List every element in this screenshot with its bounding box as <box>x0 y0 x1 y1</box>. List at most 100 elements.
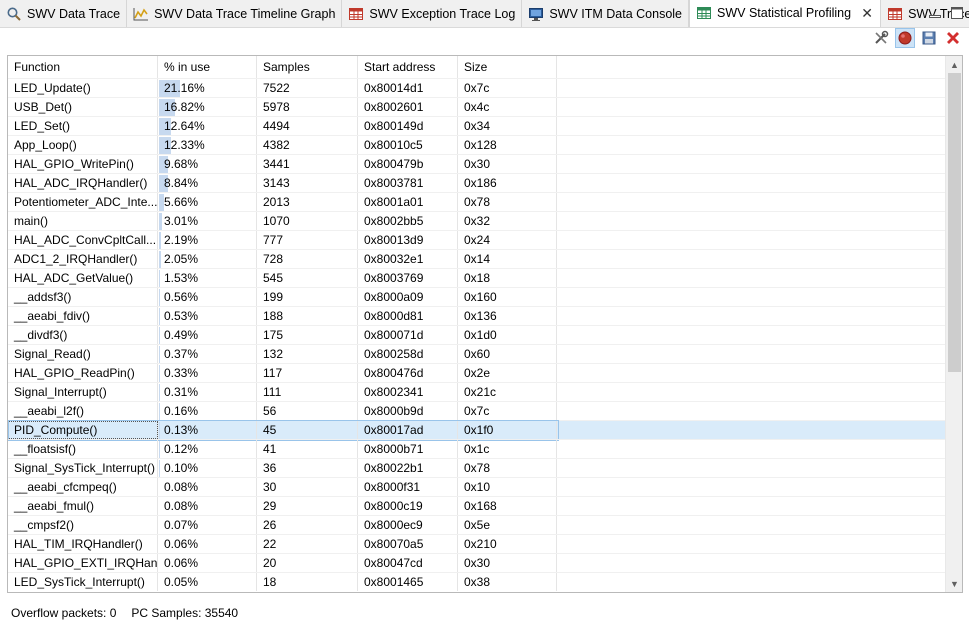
cell-filler <box>557 174 946 192</box>
table-row[interactable]: __aeabi_l2f() 0.16% 56 0x8000b9d 0x7c <box>8 401 946 420</box>
table-row[interactable]: __aeabi_cfcmpeq() 0.08% 30 0x8000f31 0x10 <box>8 477 946 496</box>
scroll-up-icon[interactable]: ▲ <box>946 56 963 73</box>
cell-start-address: 0x80032e1 <box>358 250 458 268</box>
cell-start-address: 0x800479b <box>358 155 458 173</box>
percent-text: 5.66% <box>164 195 198 209</box>
cell-percent-in-use: 3.01% <box>158 212 257 230</box>
tab-swv-data-trace[interactable]: SWV Data Trace <box>0 0 127 27</box>
table-row[interactable]: __divdf3() 0.49% 175 0x800071d 0x1d0 <box>8 325 946 344</box>
cell-start-address: 0x8000d81 <box>358 307 458 325</box>
cell-samples: 2013 <box>257 193 358 211</box>
cell-percent-in-use: 0.33% <box>158 364 257 382</box>
maximize-icon[interactable] <box>949 5 965 21</box>
cell-percent-in-use: 12.33% <box>158 136 257 154</box>
percent-text: 12.33% <box>164 138 205 152</box>
column-header-size[interactable]: Size <box>458 56 557 78</box>
profiling-grid: Function % in use Samples Start address … <box>8 56 946 591</box>
table-row[interactable]: HAL_ADC_ConvCpltCall... 2.19% 777 0x80013d9… <box>8 230 946 249</box>
clear-button[interactable] <box>943 28 963 48</box>
cell-start-address: 0x8000c19 <box>358 497 458 515</box>
cell-percent-in-use: 0.56% <box>158 288 257 306</box>
table-row[interactable]: main() 3.01% 1070 0x8002bb5 0x32 <box>8 211 946 230</box>
percent-text: 3.01% <box>164 214 198 228</box>
table-row[interactable]: HAL_GPIO_ReadPin() 0.33% 117 0x800476d 0x2e <box>8 363 946 382</box>
cell-filler <box>557 402 946 420</box>
cell-filler <box>557 98 946 116</box>
cell-function: LED_Update() <box>8 79 158 97</box>
column-header-start-address[interactable]: Start address <box>358 56 458 78</box>
percent-text: 16.82% <box>164 100 205 114</box>
cell-size: 0x38 <box>458 573 557 591</box>
column-header-function[interactable]: Function <box>8 56 158 78</box>
usage-bar <box>159 270 160 287</box>
cell-filler <box>557 383 946 401</box>
close-icon[interactable]: ✕ <box>860 6 874 20</box>
table-row[interactable]: Signal_SysTick_Interrupt() 0.10% 36 0x80022… <box>8 458 946 477</box>
vertical-scrollbar[interactable]: ▲ ▼ <box>945 56 962 592</box>
table-row[interactable]: LED_Update() 21.16% 7522 0x80014d1 0x7c <box>8 78 946 97</box>
cell-samples: 3441 <box>257 155 358 173</box>
tab-swv-data-trace-timeline-graph[interactable]: SWV Data Trace Timeline Graph <box>127 0 342 27</box>
usage-bar <box>159 289 160 306</box>
cell-function: main() <box>8 212 158 230</box>
percent-text: 8.84% <box>164 176 198 190</box>
cell-percent-in-use: 2.19% <box>158 231 257 249</box>
table-row[interactable]: LED_SysTick_Interrupt() 0.05% 18 0x8001465 0… <box>8 572 946 591</box>
table-row[interactable]: Potentiometer_ADC_Inte... 5.66% 2013 0x8001… <box>8 192 946 211</box>
tab-label: SWV Exception Trace Log <box>369 7 515 21</box>
percent-text: 0.06% <box>164 556 198 570</box>
scroll-down-icon[interactable]: ▼ <box>946 575 963 592</box>
table-row[interactable]: __floatsisf() 0.12% 41 0x8000b71 0x1c <box>8 439 946 458</box>
table-row[interactable]: HAL_ADC_GetValue() 1.53% 545 0x8003769 0x18 <box>8 268 946 287</box>
table-row[interactable]: PID_Compute() 0.13% 45 0x80017ad 0x1f0 <box>8 420 946 439</box>
cell-size: 0x136 <box>458 307 557 325</box>
cell-size: 0x5e <box>458 516 557 534</box>
table-row[interactable]: Signal_Read() 0.37% 132 0x800258d 0x60 <box>8 344 946 363</box>
start-trace-button[interactable] <box>895 28 915 48</box>
configure-trace-button[interactable] <box>871 28 891 48</box>
table-row[interactable]: Signal_Interrupt() 0.31% 111 0x8002341 0x21c <box>8 382 946 401</box>
save-button[interactable] <box>919 28 939 48</box>
table-row[interactable]: HAL_GPIO_WritePin() 9.68% 3441 0x800479b 0x3… <box>8 154 946 173</box>
table-row[interactable]: HAL_GPIO_EXTI_IRQHan... 0.06% 20 0x80047cd 0… <box>8 553 946 572</box>
cell-percent-in-use: 0.07% <box>158 516 257 534</box>
cell-start-address: 0x80017ad <box>358 421 458 439</box>
cell-filler <box>557 459 946 477</box>
record-icon <box>898 31 912 45</box>
minimize-icon[interactable] <box>927 5 943 21</box>
tab-swv-exception-trace-log[interactable]: SWV Exception Trace Log <box>342 0 522 27</box>
table-row[interactable]: __aeabi_fdiv() 0.53% 188 0x8000d81 0x136 <box>8 306 946 325</box>
table-row[interactable]: HAL_ADC_IRQHandler() 8.84% 3143 0x8003781 0x… <box>8 173 946 192</box>
cell-start-address: 0x8000a09 <box>358 288 458 306</box>
table-row[interactable]: USB_Det() 16.82% 5978 0x8002601 0x4c <box>8 97 946 116</box>
table-row[interactable]: LED_Set() 12.64% 4494 0x800149d 0x34 <box>8 116 946 135</box>
tab-swv-statistical-profiling[interactable]: SWV Statistical Profiling ✕ <box>689 0 881 27</box>
table-row[interactable]: __addsf3() 0.56% 199 0x8000a09 0x160 <box>8 287 946 306</box>
cell-start-address: 0x800258d <box>358 345 458 363</box>
cell-size: 0x34 <box>458 117 557 135</box>
percent-text: 1.53% <box>164 271 198 285</box>
cell-filler <box>557 269 946 287</box>
table-row[interactable]: __cmpsf2() 0.07% 26 0x8000ec9 0x5e <box>8 515 946 534</box>
cell-function: HAL_ADC_IRQHandler() <box>8 174 158 192</box>
cell-filler <box>557 155 946 173</box>
column-header-samples[interactable]: Samples <box>257 56 358 78</box>
cell-percent-in-use: 9.68% <box>158 155 257 173</box>
scrollbar-thumb[interactable] <box>948 73 961 372</box>
cell-samples: 26 <box>257 516 358 534</box>
tab-label: SWV Statistical Profiling <box>717 6 851 20</box>
cell-start-address: 0x80014d1 <box>358 79 458 97</box>
table-row[interactable]: __aeabi_fmul() 0.08% 29 0x8000c19 0x168 <box>8 496 946 515</box>
cell-size: 0x10 <box>458 478 557 496</box>
percent-text: 0.05% <box>164 575 198 589</box>
table-row[interactable]: App_Loop() 12.33% 4382 0x80010c5 0x128 <box>8 135 946 154</box>
settings-tools-icon <box>873 30 889 46</box>
table-row[interactable]: ADC1_2_IRQHandler() 2.05% 728 0x80032e1 0x14 <box>8 249 946 268</box>
tab-swv-itm-data-console[interactable]: SWV ITM Data Console <box>522 0 689 27</box>
cell-filler <box>557 193 946 211</box>
cell-filler <box>557 231 946 249</box>
cell-start-address: 0x80070a5 <box>358 535 458 553</box>
column-header-percent-in-use[interactable]: % in use <box>158 56 257 78</box>
table-row[interactable]: HAL_TIM_IRQHandler() 0.06% 22 0x80070a5 0x21… <box>8 534 946 553</box>
percent-text: 0.08% <box>164 480 198 494</box>
